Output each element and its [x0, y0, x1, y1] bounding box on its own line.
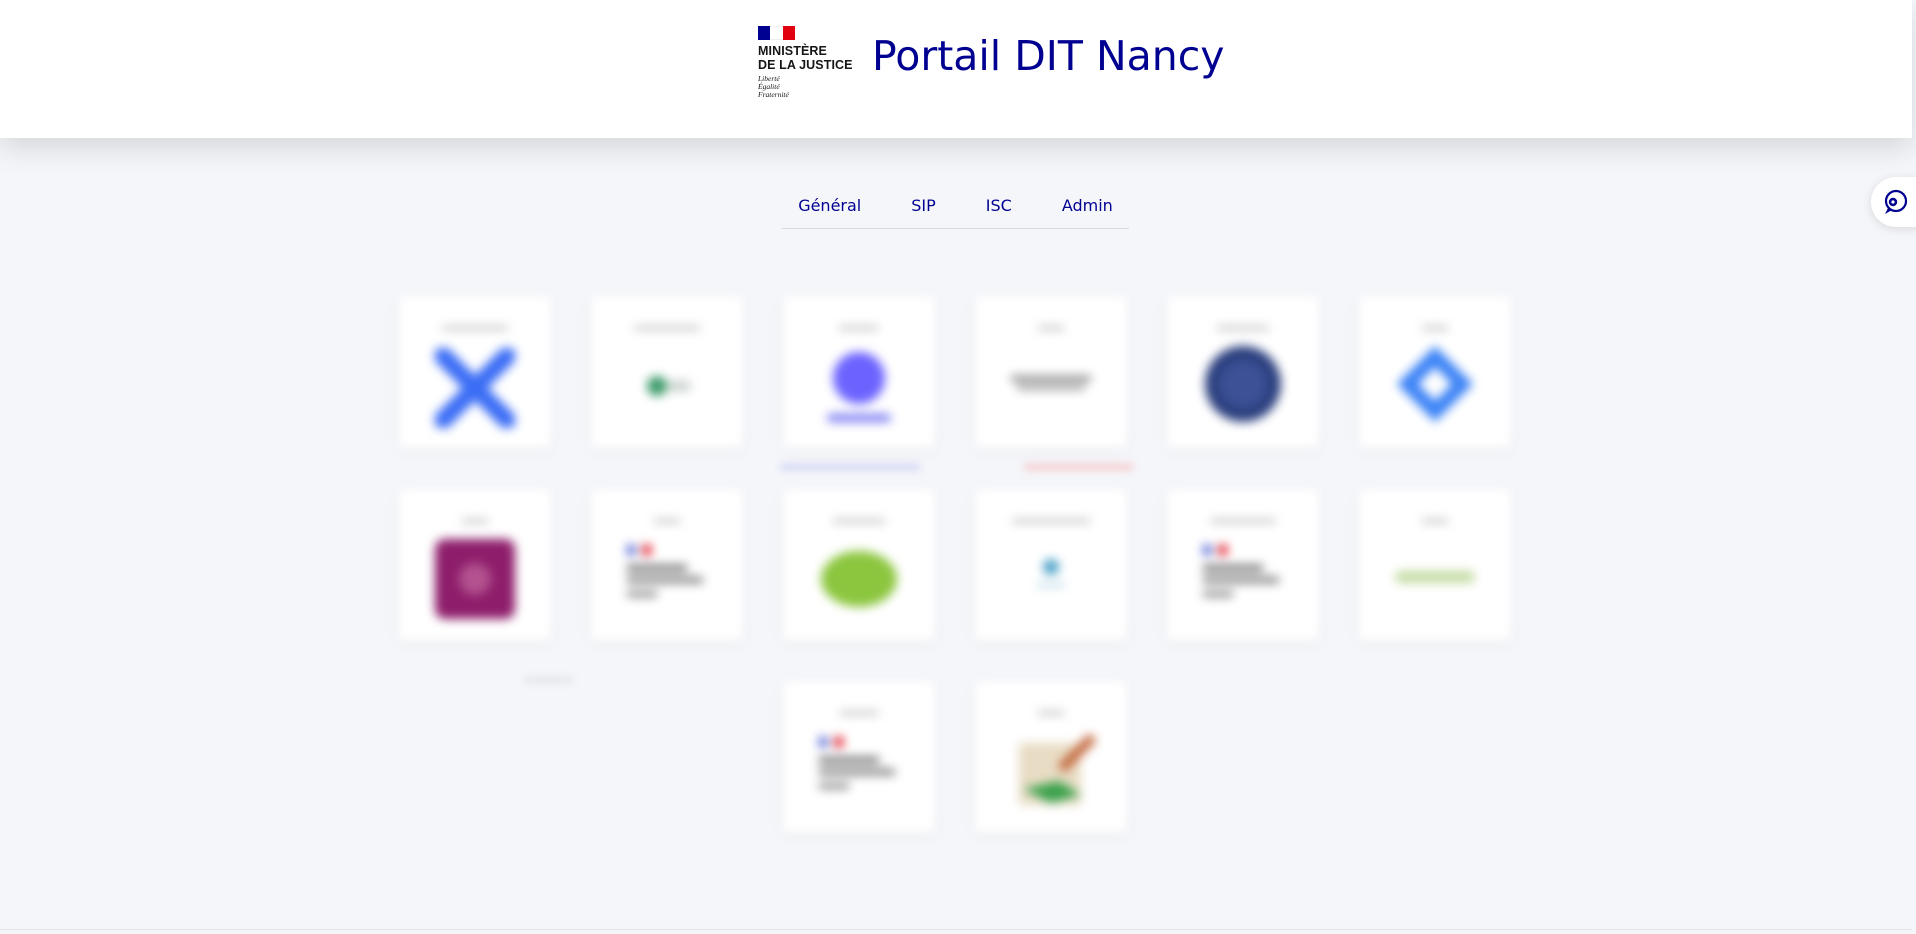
app-tile[interactable]: ▬▬▬ [783, 296, 935, 448]
app-tile[interactable]: ▬▬ [399, 489, 551, 641]
app-tile[interactable]: ▬▬ [591, 489, 743, 641]
app-logo-icon [1011, 376, 1091, 390]
app-tile[interactable]: ▬▬ [975, 296, 1127, 448]
decorative-blur [524, 677, 574, 683]
app-logo-icon [1205, 346, 1281, 422]
app-logo-icon [435, 539, 515, 619]
app-logo-icon [827, 352, 891, 422]
app-tile[interactable]: ▬▬ [1359, 296, 1511, 448]
app-tile-label: ▬▬▬▬ [1217, 318, 1269, 333]
app-logo-icon [1397, 346, 1473, 422]
app-tile-label: ▬▬▬▬▬ [442, 318, 508, 333]
app-tile-label: ▬▬ [1422, 511, 1448, 526]
app-tile-label: ▬▬▬ [839, 703, 879, 718]
app-tile-label: ▬▬▬▬▬ [1210, 511, 1276, 526]
app-tile-label: ▬▬ [654, 511, 680, 526]
app-logo-icon [821, 551, 897, 607]
app-tile-label: ▬▬ [1422, 318, 1448, 333]
app-tile[interactable]: ▬▬▬▬ [783, 489, 935, 641]
app-logo-icon [627, 545, 703, 597]
app-logo-icon [1037, 559, 1065, 587]
app-tile[interactable]: ▬▬▬▬▬ [591, 296, 743, 448]
app-tile-label: ▬▬▬ [839, 318, 879, 333]
app-tile-label: ▬▬▬▬▬▬ [1012, 511, 1090, 526]
app-tile-label: ▬▬▬▬ [833, 511, 885, 526]
app-tile-label: ▬▬ [1038, 703, 1064, 718]
app-tile-label: ▬▬▬▬▬ [634, 318, 700, 333]
decorative-blur [1024, 464, 1134, 470]
app-tile[interactable]: ▬▬ [1359, 489, 1511, 641]
app-logo-icon [647, 376, 691, 396]
decorative-blur [780, 464, 920, 470]
app-tile[interactable]: ▬▬▬▬▬ [399, 296, 551, 448]
app-logo-icon [1019, 733, 1097, 805]
app-logo-icon [1395, 571, 1475, 583]
app-tile[interactable]: ▬▬▬▬ [1167, 296, 1319, 448]
application-grid: ▬▬▬▬▬ ▬▬▬▬▬ ▬▬▬ ▬▬ ▬▬▬▬ ▬▬ ▬▬ ▬▬ ▬▬▬▬ ▬▬… [0, 0, 1916, 934]
app-logo-icon [819, 737, 895, 789]
app-logo-icon [1203, 545, 1279, 597]
footer-divider [0, 929, 1912, 930]
app-tile-label: ▬▬ [462, 511, 488, 526]
app-tile-label: ▬▬ [1038, 318, 1064, 333]
app-tile[interactable]: ▬▬ [975, 681, 1127, 833]
app-tile[interactable]: ▬▬▬▬▬▬ [975, 489, 1127, 641]
app-logo-icon [435, 348, 515, 428]
app-tile[interactable]: ▬▬▬▬▬ [1167, 489, 1319, 641]
app-tile[interactable]: ▬▬▬ [783, 681, 935, 833]
